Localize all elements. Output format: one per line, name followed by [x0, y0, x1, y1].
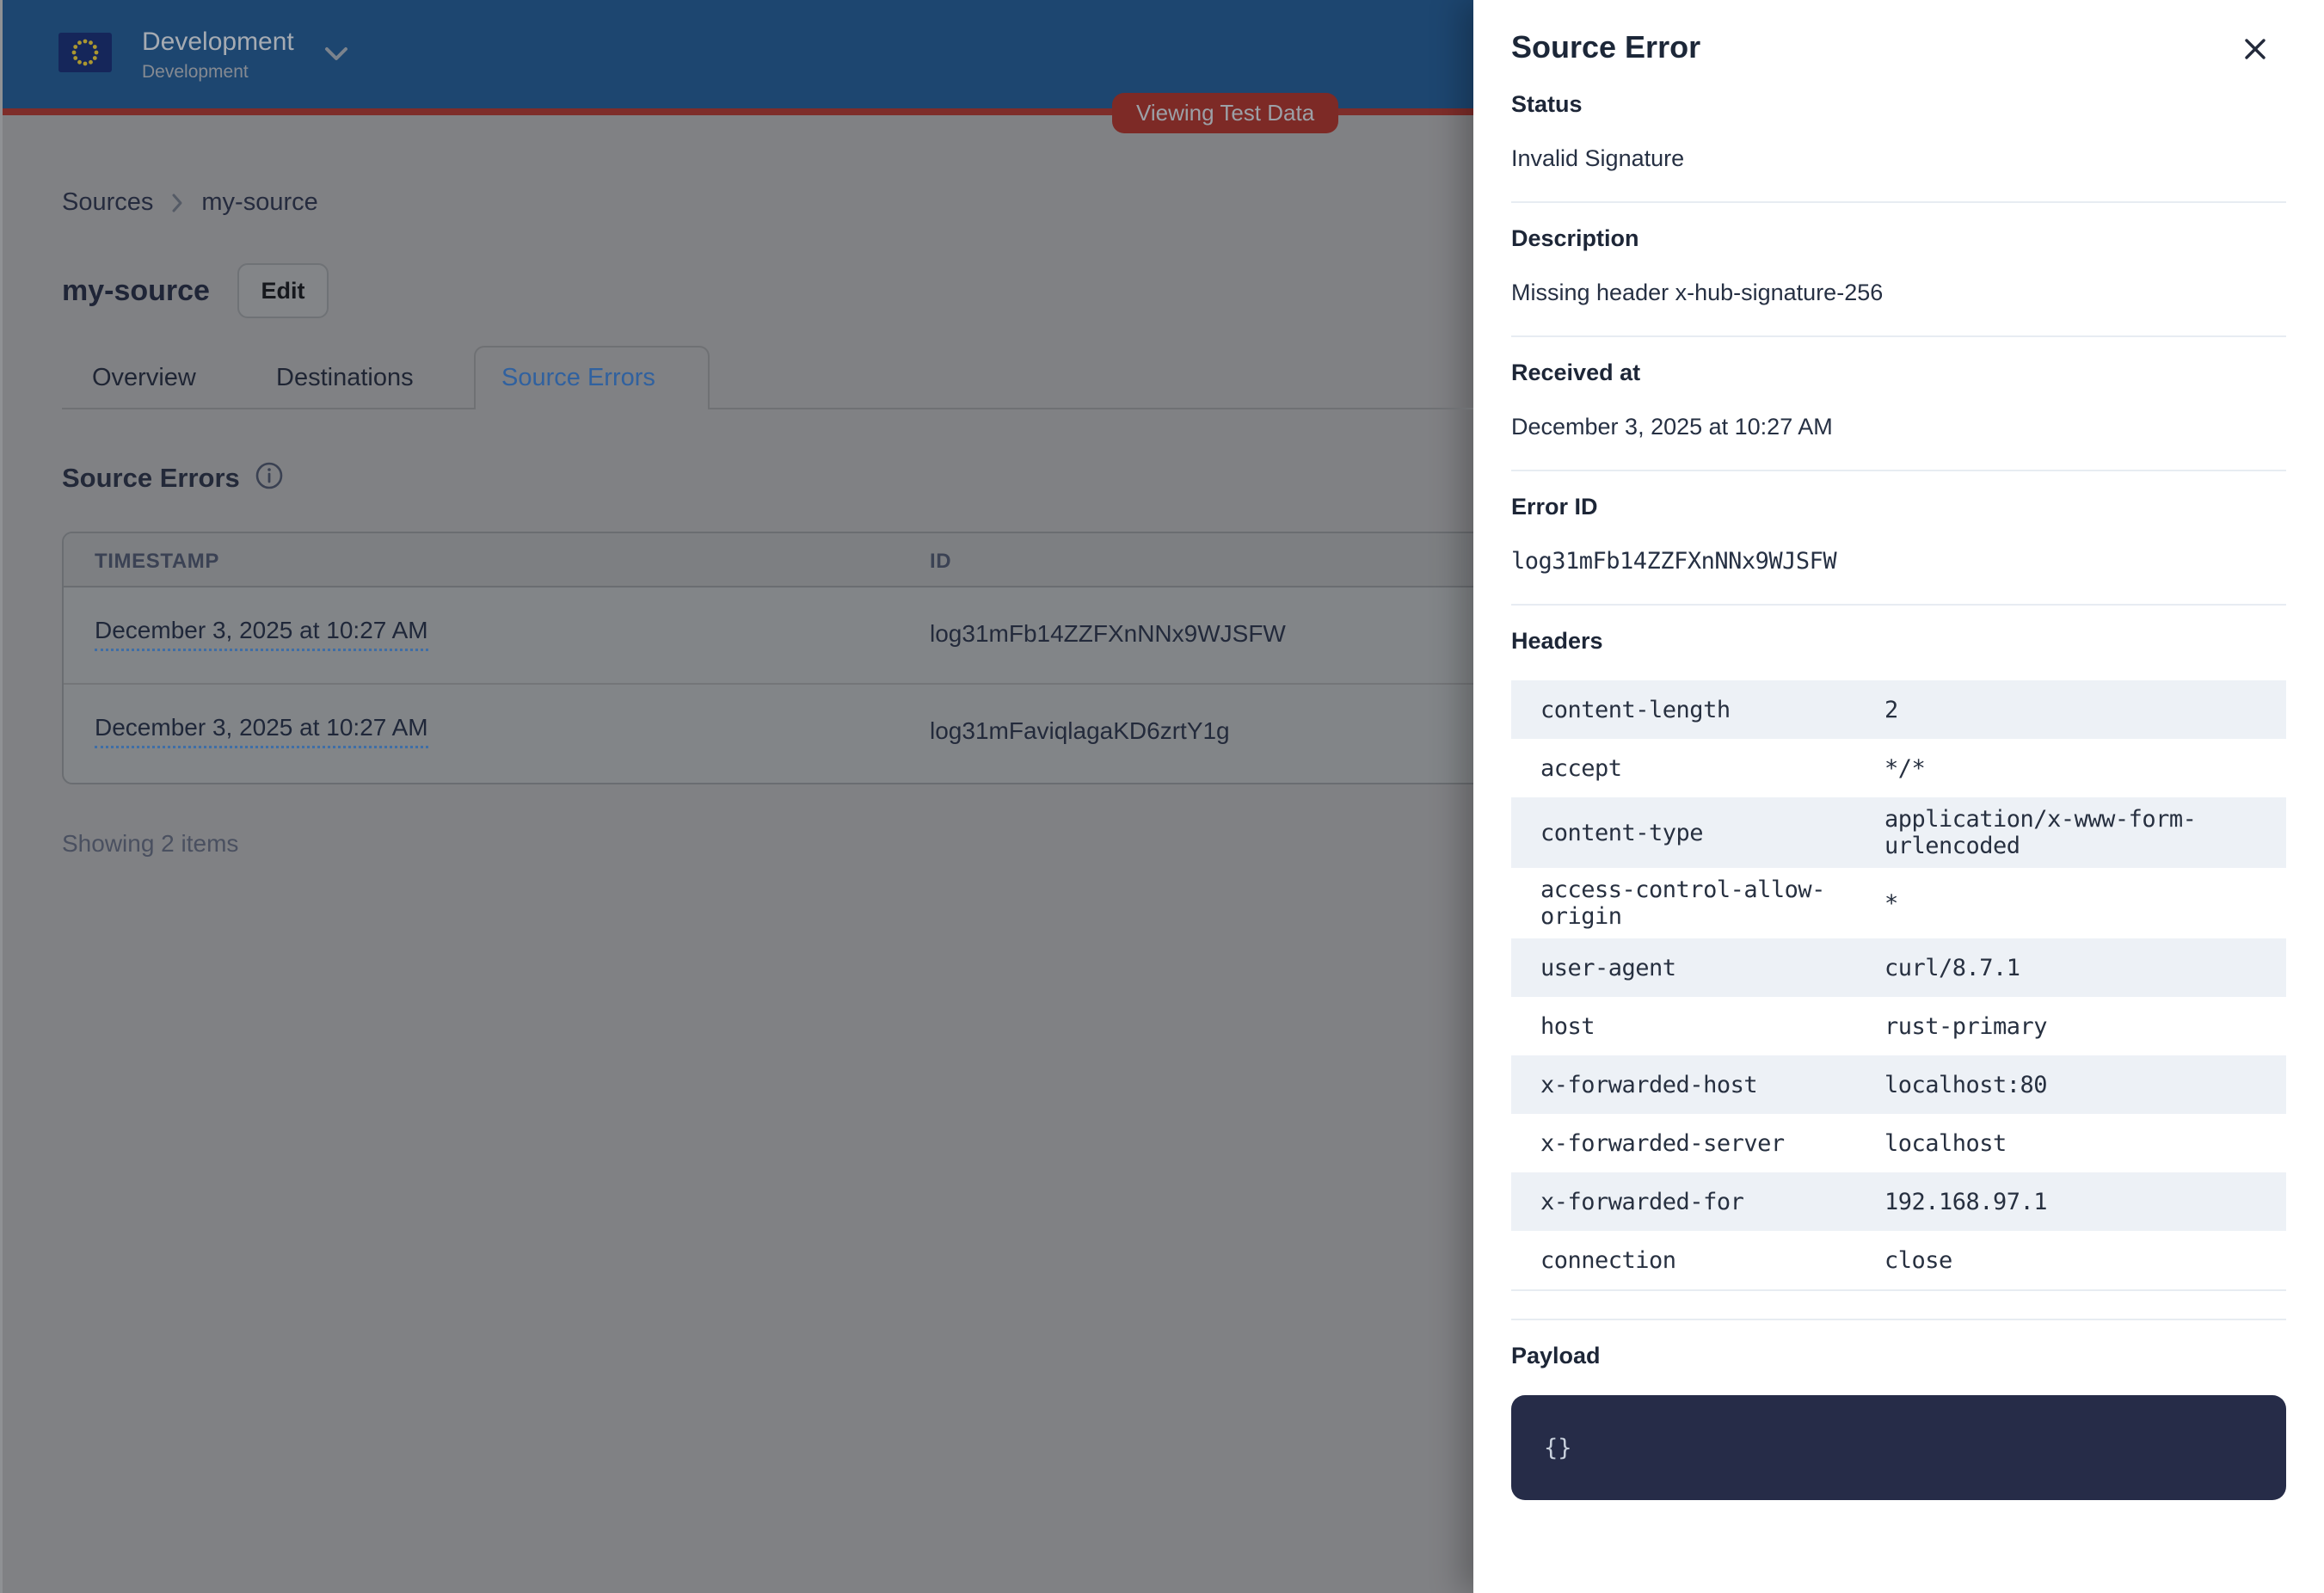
tab-destinations[interactable]: Destinations [276, 364, 414, 392]
main-page: Development Development Viewing Test Dat… [0, 0, 1473, 1593]
screen: Development Development Viewing Test Dat… [0, 0, 2324, 1593]
header-row: content-length 2 [1511, 680, 2286, 739]
header-key: host [1540, 1013, 1884, 1040]
edit-button[interactable]: Edit [237, 263, 329, 318]
error-id-cell: log31mFb14ZZFXnNNx9WJSFW [930, 620, 1286, 648]
drawer-fields: Status Invalid Signature Description Mis… [1511, 91, 2286, 1500]
header-key: x-forwarded-for [1540, 1189, 1884, 1215]
header-value: * [1884, 890, 2262, 917]
header-value: */* [1884, 755, 2262, 782]
chevron-down-icon[interactable] [322, 43, 351, 68]
breadcrumb: Sources my-source [62, 188, 318, 217]
field-value-description: Missing header x-hub-signature-256 [1511, 280, 2286, 306]
divider [1511, 604, 2286, 606]
field-label-status: Status [1511, 91, 2286, 118]
section-title: Source Errors [62, 463, 240, 494]
headers-section-label: Headers [1511, 628, 2286, 655]
header-row: connection close [1511, 1231, 2286, 1289]
error-id-cell: log31mFaviqlagaKD6zrtY1g [930, 717, 1230, 745]
column-header-id: ID [930, 550, 951, 574]
header-row: accept */* [1511, 739, 2286, 797]
tab-overview[interactable]: Overview [92, 364, 196, 392]
header-key: x-forwarded-server [1540, 1130, 1884, 1157]
source-errors-table: TIMESTAMP ID December 3, 2025 at 10:27 A… [62, 532, 1473, 784]
column-header-timestamp: TIMESTAMP [95, 550, 219, 574]
field-value-status: Invalid Signature [1511, 145, 2286, 172]
header-row: x-forwarded-server localhost [1511, 1114, 2286, 1172]
breadcrumb-current-page: my-source [201, 188, 317, 217]
close-icon [2242, 36, 2268, 65]
divider [1511, 1289, 2286, 1291]
field-label-received-at: Received at [1511, 360, 2286, 386]
header-value: rust-primary [1884, 1013, 2262, 1040]
left-edge-divider [0, 0, 3, 1593]
header-value: close [1884, 1247, 2262, 1274]
header-row: host rust-primary [1511, 997, 2286, 1055]
header-key: user-agent [1540, 955, 1884, 981]
divider [1511, 201, 2286, 203]
workspace-env-label: Development [142, 62, 249, 83]
header-row: user-agent curl/8.7.1 [1511, 938, 2286, 997]
field-value-received-at: December 3, 2025 at 10:27 AM [1511, 414, 2286, 440]
drawer-header: Source Error [1511, 0, 2286, 69]
chevron-right-icon [170, 192, 184, 214]
workspace-name[interactable]: Development [142, 28, 294, 57]
table-row[interactable]: December 3, 2025 at 10:27 AM log31mFb14Z… [64, 587, 1473, 685]
drawer-title: Source Error [1511, 29, 1700, 65]
field-label-description: Description [1511, 225, 2286, 252]
tab-bar: Overview Destinations Source Errors [0, 346, 1473, 409]
source-error-drawer: Source Error Status Invalid Signature De… [1473, 0, 2324, 1593]
page-title-row: my-source Edit [62, 263, 329, 318]
header-key: content-type [1540, 820, 1884, 846]
header-row: x-forwarded-for 192.168.97.1 [1511, 1172, 2286, 1231]
header-row: access-control-allow-origin * [1511, 868, 2286, 938]
field-value-error-id: log31mFb14ZZFXnNNx9WJSFW [1511, 548, 2286, 575]
divider [1511, 1319, 2286, 1320]
payload-value: {} [1544, 1435, 1572, 1461]
tab-source-errors[interactable]: Source Errors [501, 364, 655, 392]
table-row[interactable]: December 3, 2025 at 10:27 AM log31mFaviq… [64, 685, 1473, 783]
header-key: content-length [1540, 697, 1884, 723]
payload-section-label: Payload [1511, 1343, 2286, 1369]
header-value: 2 [1884, 697, 2262, 723]
page-title: my-source [62, 274, 210, 308]
breadcrumb-sources-link[interactable]: Sources [62, 188, 153, 217]
header-key: connection [1540, 1247, 1884, 1274]
field-label-error-id: Error ID [1511, 494, 2286, 520]
header-key: x-forwarded-host [1540, 1072, 1884, 1098]
table-header-row: TIMESTAMP ID [64, 533, 1473, 587]
header-value: 192.168.97.1 [1884, 1189, 2262, 1215]
header-key: access-control-allow-origin [1540, 876, 1884, 930]
header-value: localhost:80 [1884, 1072, 2262, 1098]
payload-code-block: {} [1511, 1395, 2286, 1500]
timestamp-link[interactable]: December 3, 2025 at 10:27 AM [95, 617, 428, 651]
close-button[interactable] [2236, 31, 2274, 69]
header-key: accept [1540, 755, 1884, 782]
items-count: Showing 2 items [62, 830, 238, 858]
header-value: localhost [1884, 1130, 2262, 1157]
header-row: x-forwarded-host localhost:80 [1511, 1055, 2286, 1114]
test-mode-badge: Viewing Test Data [1112, 93, 1338, 133]
workspace-logo-eu-flag-icon [58, 33, 112, 72]
section-header: Source Errors [62, 460, 285, 495]
header-value: application/x-www-form-urlencoded [1884, 806, 2262, 859]
header-row: content-type application/x-www-form-urle… [1511, 797, 2286, 868]
divider [1511, 335, 2286, 337]
header-value: curl/8.7.1 [1884, 955, 2262, 981]
timestamp-link[interactable]: December 3, 2025 at 10:27 AM [95, 714, 428, 748]
divider [1511, 470, 2286, 471]
headers-table: content-length 2 accept */* content-type… [1511, 680, 2286, 1289]
info-icon[interactable] [254, 460, 285, 495]
tab-bar-divider [62, 408, 1473, 409]
